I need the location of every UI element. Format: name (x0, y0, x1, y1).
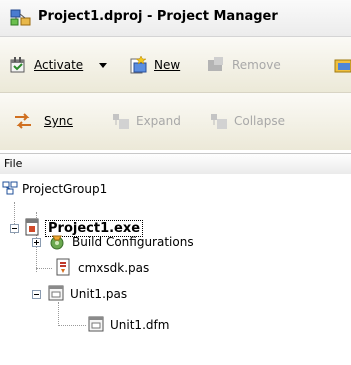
tree-item-unit-pas[interactable]: Unit1.pas (48, 284, 127, 304)
main-toolbar: Activate New Remove (0, 37, 351, 93)
expand-button[interactable]: Expand (110, 111, 181, 131)
form-icon (88, 316, 104, 335)
collapse-label: Collapse (234, 114, 285, 128)
project-icon (24, 218, 40, 239)
new-button[interactable]: New (128, 55, 180, 75)
tree-item-label: ProjectGroup1 (22, 182, 108, 196)
tree-connector (36, 268, 52, 269)
project-manager-window: Project1.dproj - Project Manager Activat… (0, 0, 351, 365)
project-tree: ProjectGroup1 Project1.exe Build Configu… (0, 174, 351, 365)
collapse-project-toggle[interactable] (10, 224, 19, 233)
collapse-button[interactable]: Collapse (208, 111, 285, 131)
expand-icon (110, 111, 130, 131)
tree-item-build-configurations[interactable]: Build Configurations (48, 232, 194, 252)
tree-item-label: cmxsdk.pas (78, 261, 150, 275)
activate-label: Activate (34, 58, 84, 72)
file-column-header[interactable]: File (0, 153, 351, 175)
collapse-unit-toggle[interactable] (32, 290, 41, 299)
new-icon (128, 55, 148, 75)
build-configurations-icon (48, 232, 66, 253)
sync-label: Sync (44, 114, 73, 128)
tree-connector (58, 325, 86, 326)
collapse-icon (208, 111, 228, 131)
tree-item-unit-dfm[interactable]: Unit1.dfm (88, 315, 169, 335)
tree-item-project-group[interactable]: ProjectGroup1 (2, 179, 107, 199)
pas-file-icon (54, 258, 72, 279)
unit-icon (48, 285, 64, 304)
overflow-button[interactable] (334, 55, 351, 75)
chevron-down-icon[interactable] (99, 62, 108, 68)
remove-label: Remove (232, 58, 281, 72)
activate-icon (8, 55, 28, 75)
view-toolbar: Sync Expand Collapse (0, 93, 351, 150)
sync-icon (12, 111, 34, 131)
tree-item-label: Unit1.pas (70, 287, 128, 301)
tree-item-cmxsdk-pas[interactable]: cmxsdk.pas (54, 258, 149, 278)
project-group-icon (2, 181, 18, 198)
project-manager-icon (10, 8, 32, 28)
remove-icon (206, 55, 226, 75)
activate-button[interactable]: Activate (8, 55, 108, 75)
window-title: Project1.dproj - Project Manager (38, 9, 278, 24)
new-label: New (154, 58, 181, 72)
folder-icon (334, 55, 351, 75)
file-header-label: File (4, 157, 23, 170)
title-bar: Project1.dproj - Project Manager (0, 0, 351, 37)
expand-label: Expand (136, 114, 181, 128)
remove-button[interactable]: Remove (206, 55, 281, 75)
expand-build-configurations-toggle[interactable] (32, 238, 41, 247)
tree-item-label: Build Configurations (72, 235, 194, 249)
tree-item-label: Unit1.dfm (110, 318, 170, 332)
sync-button[interactable]: Sync (12, 111, 73, 131)
tree-connector (58, 302, 59, 326)
